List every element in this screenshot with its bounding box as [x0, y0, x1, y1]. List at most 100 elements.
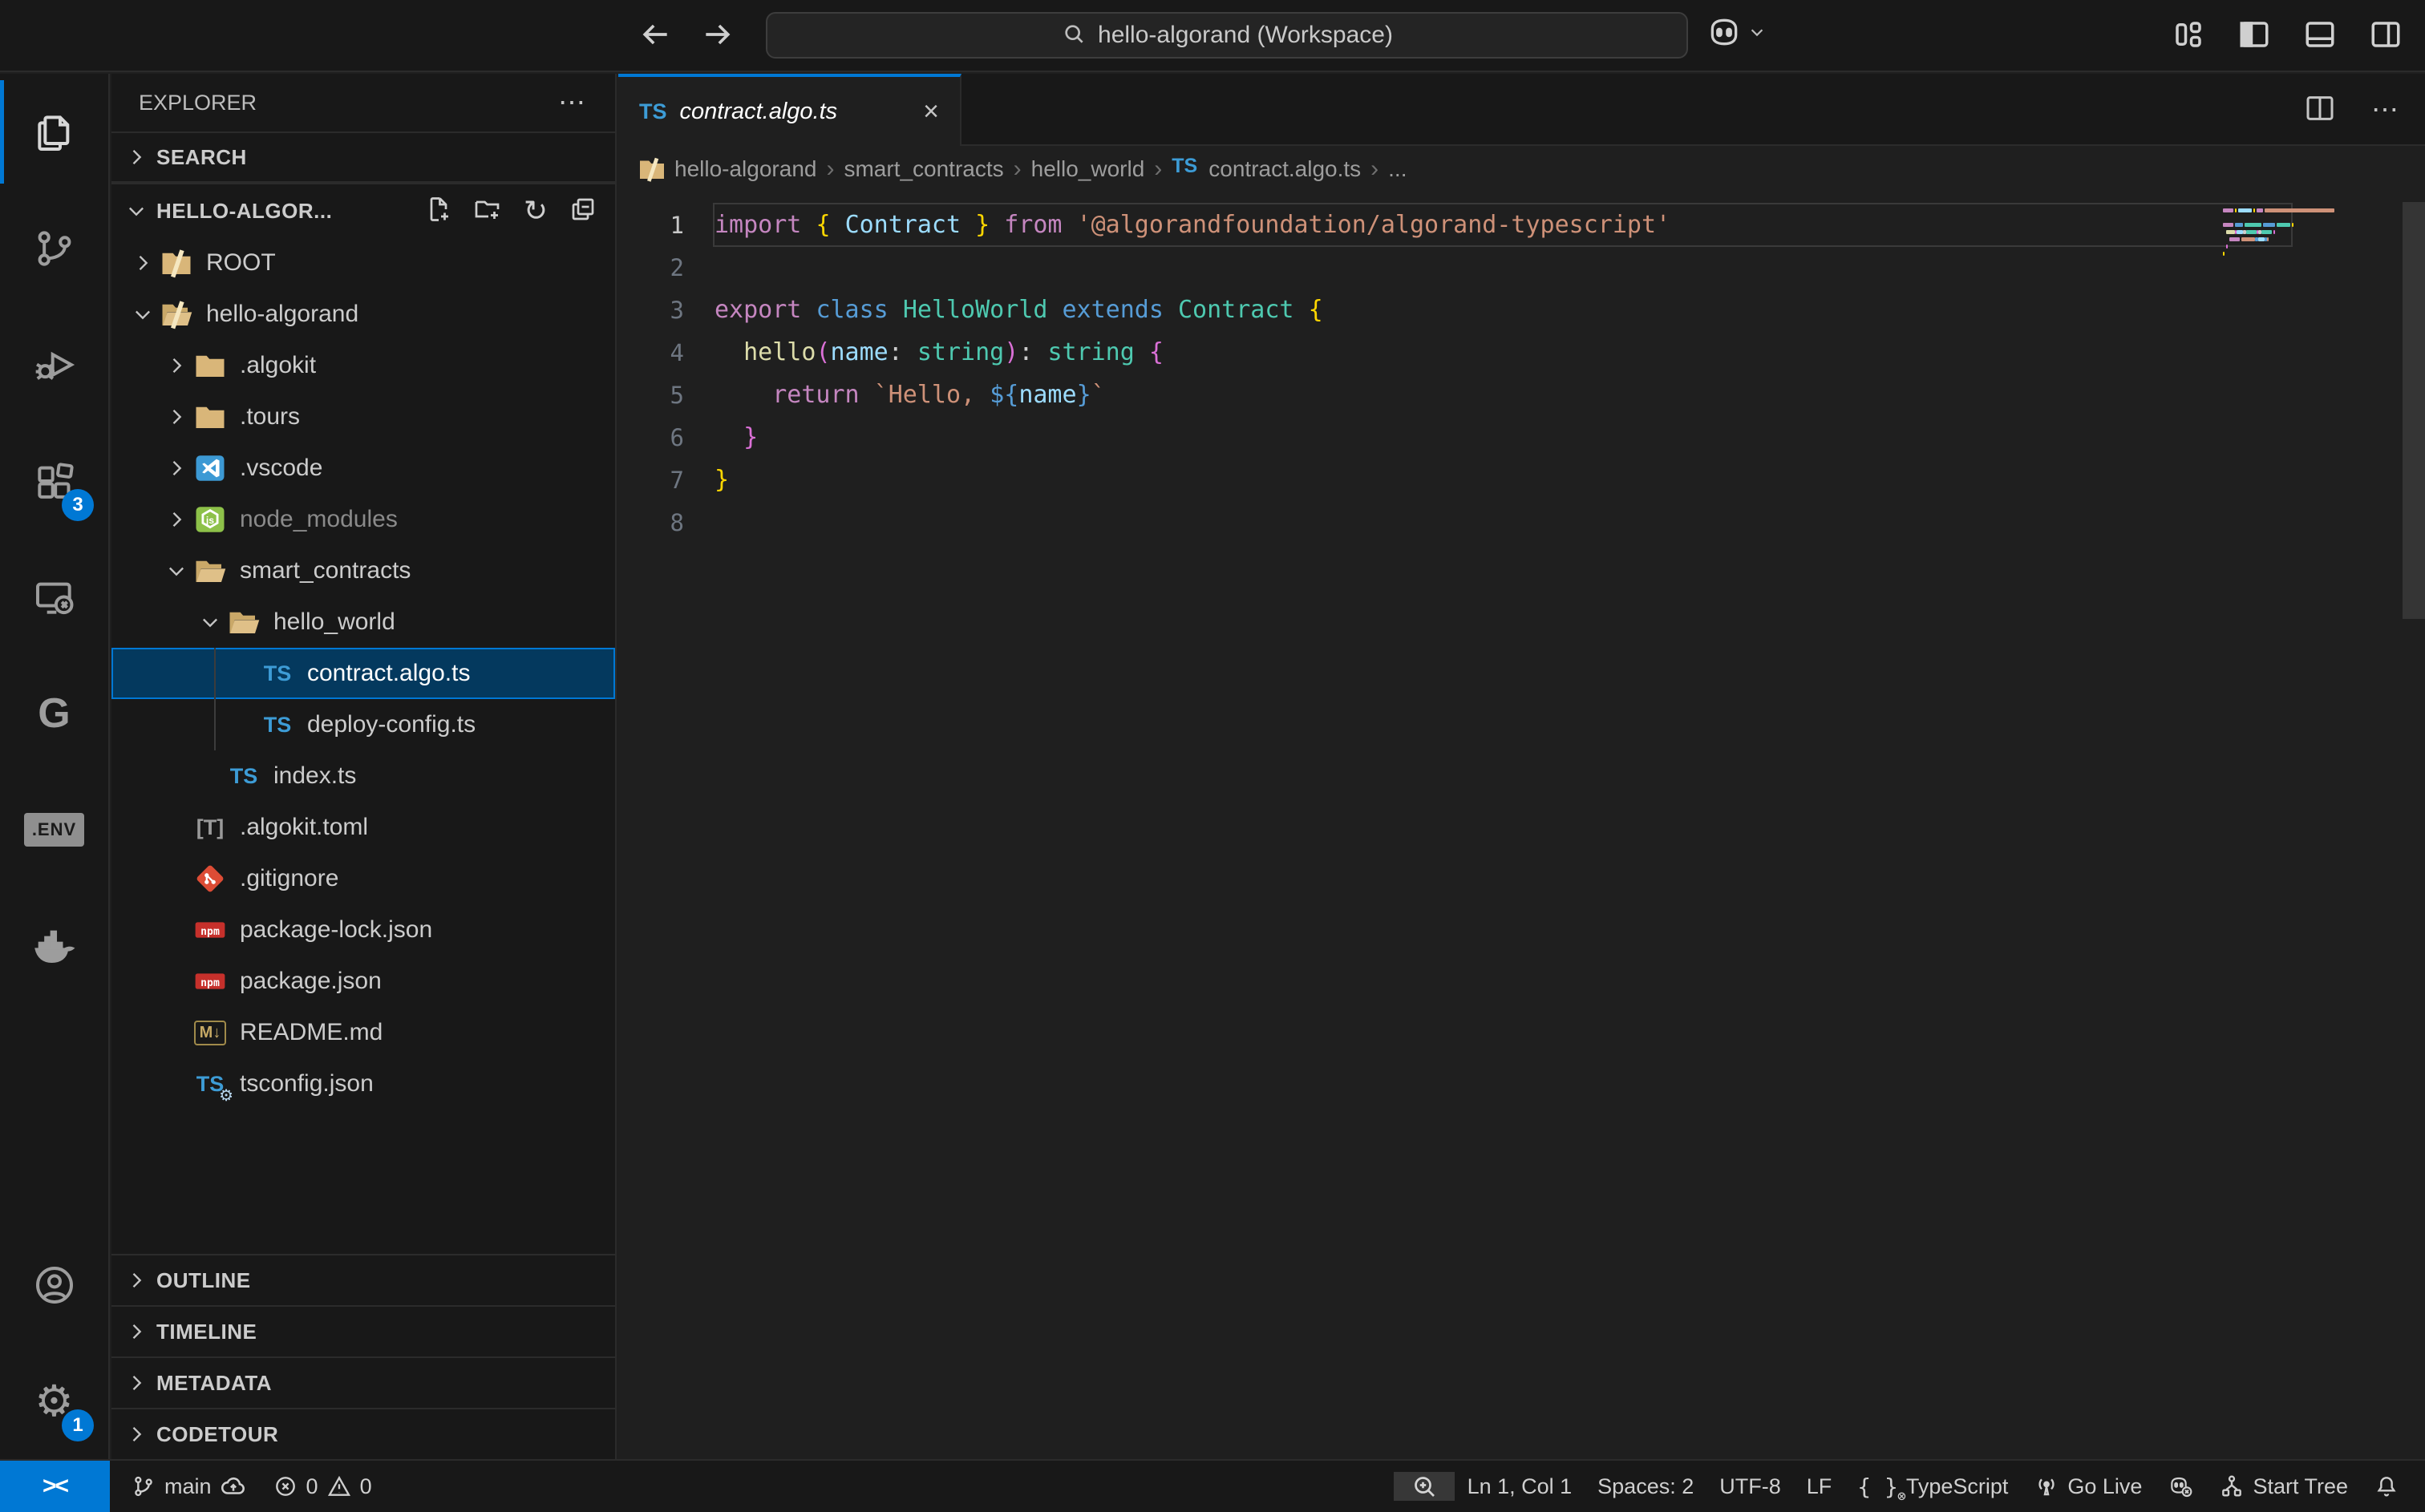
chevron-right-icon[interactable]	[129, 249, 156, 277]
code-line-3[interactable]: 3export class HelloWorld extends Contrac…	[618, 289, 2425, 331]
zoom-status-item[interactable]	[1394, 1472, 1455, 1501]
tree-item-label: .algokit	[240, 352, 316, 379]
chevron-right-icon[interactable]	[163, 352, 190, 379]
code-line-8[interactable]: 8	[618, 501, 2425, 544]
start-tree-item[interactable]: Start Tree	[2206, 1474, 2361, 1499]
tree-item-deploy-config-ts[interactable]: TSdeploy-config.ts	[111, 699, 615, 750]
dotenv-icon[interactable]: .ENV	[0, 771, 108, 887]
toggle-panel-icon[interactable]	[2303, 18, 2337, 55]
tree-item-node-modules[interactable]: js node_modules	[111, 494, 615, 545]
project-section-header[interactable]: HELLO-ALGOR... ↻	[111, 183, 615, 237]
tree-item-tsconfig-json[interactable]: TS⚙tsconfig.json	[111, 1058, 615, 1110]
root-folder-open-icon	[158, 296, 195, 333]
language-mode-item[interactable]: { }⊗ TypeScript	[1844, 1474, 2021, 1500]
go-live-item[interactable]: Go Live	[2021, 1474, 2155, 1499]
chevron-right-icon[interactable]	[163, 506, 190, 533]
npm-icon: npm	[192, 963, 229, 1000]
tree-item-readme-md[interactable]: M↓README.md	[111, 1007, 615, 1058]
tree-item-label: smart_contracts	[240, 557, 411, 584]
tree-item-index-ts[interactable]: TSindex.ts	[111, 750, 615, 802]
source-control-icon[interactable]	[0, 190, 108, 306]
refresh-icon[interactable]: ↻	[524, 196, 548, 225]
tree-item-hello-algorand[interactable]: hello-algorand	[111, 289, 615, 340]
outline-section-header[interactable]: OUTLINE	[111, 1254, 615, 1305]
forward-arrow-icon[interactable]	[700, 17, 735, 56]
run-debug-icon[interactable]	[0, 306, 108, 422]
breadcrumb-item--[interactable]: ...	[1388, 156, 1407, 182]
cursor-position-item[interactable]: Ln 1, Col 1	[1455, 1474, 1585, 1499]
chevron-down-icon	[123, 197, 150, 224]
remote-explorer-icon[interactable]	[0, 539, 108, 655]
minimap[interactable]	[2223, 208, 2335, 266]
chevron-spacer	[163, 1070, 190, 1098]
code-line-2[interactable]: 2	[618, 246, 2425, 289]
metadata-section-header[interactable]: METADATA	[111, 1356, 615, 1408]
problems-item[interactable]: 0 0	[260, 1474, 385, 1499]
copilot-menu-button[interactable]	[1706, 14, 1766, 50]
code-line-1[interactable]: 1import { Contract } from '@algorandfoun…	[618, 204, 2425, 246]
command-center-search[interactable]: hello-algorand (Workspace)	[766, 12, 1688, 59]
tree-item-hello-world[interactable]: hello_world	[111, 596, 615, 648]
remote-indicator[interactable]: ><	[0, 1461, 110, 1512]
new-folder-icon[interactable]	[474, 195, 503, 228]
eol-item[interactable]: LF	[1794, 1474, 1845, 1499]
chevron-down-icon[interactable]	[163, 557, 190, 584]
code-line-7[interactable]: 7}	[618, 459, 2425, 501]
notifications-bell-icon[interactable]	[2361, 1474, 2412, 1499]
ts-icon: TS	[259, 706, 296, 743]
editor-more-actions-icon[interactable]: ⋯	[2371, 94, 2401, 126]
tree-item--tours[interactable]: .tours	[111, 391, 615, 443]
tree-item--algokit-toml[interactable]: [T].algokit.toml	[111, 802, 615, 853]
tree-item--algokit[interactable]: .algokit	[111, 340, 615, 391]
tree-item--gitignore[interactable]: .gitignore	[111, 853, 615, 904]
code-editor[interactable]: 1import { Contract } from '@algorandfoun…	[618, 192, 2425, 544]
split-editor-icon[interactable]	[2304, 92, 2336, 128]
new-file-icon[interactable]	[424, 195, 453, 228]
line-number: 3	[618, 297, 715, 324]
customize-layout-icon[interactable]	[2172, 18, 2205, 55]
sync-cloud-icon	[220, 1473, 247, 1500]
extensions-icon[interactable]: 3	[0, 422, 108, 539]
explorer-icon[interactable]	[0, 74, 108, 190]
tab-contract-algo-ts[interactable]: TS contract.algo.ts ×	[618, 74, 961, 146]
gitlens-icon[interactable]: G	[0, 655, 108, 771]
tree-item-contract-algo-ts[interactable]: TScontract.algo.ts	[111, 648, 615, 699]
tree-item-package-lock-json[interactable]: npmpackage-lock.json	[111, 904, 615, 956]
toggle-secondary-sidebar-icon[interactable]	[2369, 18, 2403, 55]
tree-item-root[interactable]: ROOT	[111, 237, 615, 289]
toggle-primary-sidebar-icon[interactable]	[2237, 18, 2271, 55]
codetour-section-header[interactable]: CODETOUR	[111, 1408, 615, 1459]
accounts-icon[interactable]	[0, 1227, 108, 1343]
indentation-item[interactable]: Spaces: 2	[1585, 1474, 1706, 1499]
tree-item-label: node_modules	[240, 506, 398, 533]
encoding-item[interactable]: UTF-8	[1706, 1474, 1794, 1499]
collapse-all-icon[interactable]	[569, 195, 597, 228]
chevron-down-icon[interactable]	[129, 301, 156, 328]
tree-item--vscode[interactable]: .vscode	[111, 443, 615, 494]
back-arrow-icon[interactable]	[638, 17, 673, 56]
chevron-right-icon[interactable]	[163, 403, 190, 431]
breadcrumb-item-hello-algorand[interactable]: hello-algorand	[638, 155, 816, 184]
tree-item-package-json[interactable]: npmpackage.json	[111, 956, 615, 1007]
tree-item-smart-contracts[interactable]: smart_contracts	[111, 545, 615, 596]
svg-text:js: js	[205, 515, 214, 526]
breadcrumb-item-smart-contracts[interactable]: smart_contracts	[844, 156, 1003, 182]
vertical-scrollbar[interactable]	[2403, 202, 2425, 619]
breadcrumb-item-hello-world[interactable]: hello_world	[1031, 156, 1145, 182]
close-tab-icon[interactable]: ×	[923, 98, 939, 125]
branch-item[interactable]: main	[118, 1473, 260, 1500]
search-section-header[interactable]: SEARCH	[111, 131, 615, 183]
chevron-right-icon[interactable]	[163, 455, 190, 482]
settings-gear-icon[interactable]: ⚙ 1	[0, 1343, 108, 1459]
code-line-6[interactable]: 6 }	[618, 416, 2425, 459]
code-line-5[interactable]: 5 return `Hello, ${name}`	[618, 374, 2425, 416]
explorer-more-actions-icon[interactable]: ⋯	[558, 87, 588, 119]
docker-icon[interactable]	[0, 887, 108, 1004]
copilot-status-item[interactable]	[2155, 1474, 2206, 1499]
timeline-section-header[interactable]: TIMELINE	[111, 1305, 615, 1356]
code-line-4[interactable]: 4 hello(name: string): string {	[618, 331, 2425, 374]
breadcrumb-item-contract-algo-ts[interactable]: TScontract.algo.ts	[1172, 155, 1361, 184]
editor-area: TS contract.algo.ts × ⋯ hello-algorand›s…	[618, 74, 2425, 1459]
line-number: 1	[618, 212, 715, 239]
chevron-down-icon[interactable]	[196, 608, 224, 636]
